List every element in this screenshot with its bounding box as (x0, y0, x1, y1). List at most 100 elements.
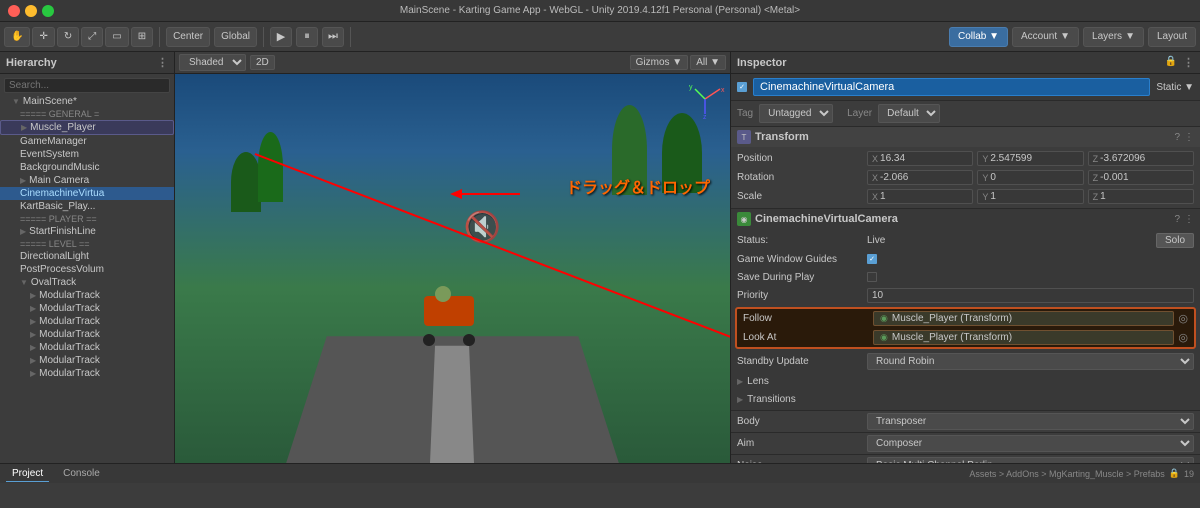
cinemachine-body: Status: Live Solo Game Window Guides ✓ S… (731, 229, 1200, 410)
2d-button[interactable]: 2D (250, 55, 275, 70)
hand-tool[interactable]: ✋ (4, 27, 30, 47)
hierarchy-item-modulartrack5[interactable]: ▶ModularTrack (0, 341, 174, 354)
position-y-field[interactable]: Y2.547599 (977, 151, 1083, 166)
titlebar: MainScene - Karting Game App - WebGL - U… (0, 0, 1200, 22)
save-during-play-checkbox[interactable] (867, 272, 877, 282)
all-button[interactable]: All ▼ (690, 55, 726, 70)
object-name-field[interactable]: CinemachineVirtualCamera (753, 78, 1150, 96)
hierarchy-item-mainscene[interactable]: ▼ MainScene* (0, 95, 174, 108)
space-button[interactable]: Global (214, 27, 257, 47)
hierarchy-item-muscle-player[interactable]: ▶ Muscle_Player (0, 120, 174, 135)
layout-button[interactable]: Layout (1148, 27, 1196, 47)
lookat-ref-icon: ◉ (880, 332, 888, 343)
hierarchy-item-modulartrack6[interactable]: ▶ModularTrack (0, 354, 174, 367)
cm-info-icon[interactable]: ? (1174, 214, 1180, 225)
pause-button[interactable]: ⏸ (296, 27, 318, 47)
scale-tool[interactable]: ⤢ (81, 27, 103, 47)
body-select[interactable]: Transposer (867, 413, 1194, 430)
shading-dropdown[interactable]: Shaded (179, 54, 246, 71)
solo-button[interactable]: Solo (1156, 233, 1194, 248)
layer-select[interactable]: Default (878, 104, 940, 123)
game-window-guides-label: Game Window Guides (737, 254, 867, 265)
position-z-field[interactable]: Z-3.672096 (1088, 151, 1194, 166)
hierarchy-item-postprocess[interactable]: PostProcessVolum (0, 263, 174, 276)
hierarchy-search-input[interactable] (4, 78, 170, 93)
maximize-button[interactable] (42, 5, 54, 17)
road-center-line (430, 346, 474, 463)
lens-label: Lens (747, 376, 769, 387)
aim-select[interactable]: Composer (867, 435, 1194, 452)
object-enable-checkbox[interactable]: ✓ (737, 82, 747, 92)
static-label[interactable]: Static ▼ (1156, 82, 1194, 93)
lens-row[interactable]: ▶ Lens (731, 372, 1200, 390)
inspector-title: Inspector (737, 57, 787, 69)
hierarchy-item-level-sep[interactable]: ===== LEVEL == (0, 238, 174, 250)
position-x-field[interactable]: X16.34 (867, 151, 973, 166)
hierarchy-item-startfinish[interactable]: ▶ StartFinishLine (0, 225, 174, 238)
scene-right-tools: Gizmos ▼ All ▼ (630, 55, 726, 70)
account-button[interactable]: Account ▼ (1012, 27, 1079, 47)
close-button[interactable] (8, 5, 20, 17)
hierarchy-item-modulartrack3[interactable]: ▶ModularTrack (0, 315, 174, 328)
step-button[interactable]: ⏭ (322, 27, 344, 47)
transform-options-icon[interactable]: ⋮ (1184, 132, 1194, 143)
minimize-button[interactable] (25, 5, 37, 17)
hierarchy-item-cinemachine[interactable]: CinemachineVirtua (0, 187, 174, 200)
play-button[interactable]: ▶ (270, 27, 292, 47)
hierarchy-item-eventsystem[interactable]: EventSystem (0, 148, 174, 161)
layers-button[interactable]: Layers ▼ (1083, 27, 1144, 47)
follow-ref-field[interactable]: ◉ Muscle_Player (Transform) (873, 311, 1174, 326)
tag-select[interactable]: Untagged (759, 104, 833, 123)
status-row: Status: Live Solo (731, 231, 1200, 250)
pivot-button[interactable]: Center (166, 27, 210, 47)
aim-component: Aim Composer (731, 433, 1200, 455)
noise-select[interactable]: Basic Multi Channel Perlin (867, 457, 1194, 463)
inspector-options-icon[interactable]: ⋮ (1183, 56, 1194, 69)
hierarchy-item-general[interactable]: ===== GENERAL = (0, 108, 174, 120)
hierarchy-item-kartbasic[interactable]: KartBasic_Play... (0, 200, 174, 213)
transform-info-icon[interactable]: ? (1174, 132, 1180, 143)
hierarchy-item-maincamera[interactable]: ▶ Main Camera (0, 174, 174, 187)
inspector-header: Inspector 🔒 ⋮ (731, 52, 1200, 74)
rotation-x-field[interactable]: X-2.066 (867, 170, 973, 185)
scale-z-field[interactable]: Z1 (1088, 189, 1194, 204)
standby-update-select[interactable]: Round Robin (867, 353, 1194, 370)
lock-icon[interactable]: 🔒 (1165, 56, 1177, 69)
hierarchy-item-modulartrack4[interactable]: ▶ModularTrack (0, 328, 174, 341)
hierarchy-item-modulartrack2[interactable]: ▶ModularTrack (0, 302, 174, 315)
hierarchy-item-modulartrack7[interactable]: ▶ModularTrack (0, 367, 174, 380)
hierarchy-item-gamemanager[interactable]: GameManager (0, 135, 174, 148)
window-controls (8, 5, 54, 17)
transitions-row[interactable]: ▶ Transitions (731, 390, 1200, 408)
window-title: MainScene - Karting Game App - WebGL - U… (400, 5, 800, 16)
combo-tool[interactable]: ⊞ (131, 27, 153, 47)
hierarchy-item-player-sep[interactable]: ===== PLAYER == (0, 213, 174, 225)
lookat-select-icon[interactable]: ◎ (1178, 331, 1188, 344)
cinemachine-header[interactable]: ◉ CinemachineVirtualCamera ? ⋮ (731, 209, 1200, 229)
priority-field[interactable]: 10 (867, 288, 1194, 303)
gizmos-button[interactable]: Gizmos ▼ (630, 55, 689, 70)
save-during-play-label: Save During Play (737, 272, 867, 283)
transform-header[interactable]: T Transform ? ⋮ (731, 127, 1200, 147)
project-tab[interactable]: Project (6, 466, 49, 482)
cm-options-icon[interactable]: ⋮ (1184, 214, 1194, 225)
scale-y-field[interactable]: Y1 (977, 189, 1083, 204)
rect-tool[interactable]: ▭ (105, 27, 128, 47)
console-tab[interactable]: Console (57, 466, 106, 481)
follow-ref-icon: ◉ (880, 313, 888, 324)
hierarchy-item-dirlight[interactable]: DirectionalLight (0, 250, 174, 263)
follow-select-icon[interactable]: ◎ (1178, 312, 1188, 325)
scale-x-field[interactable]: X1 (867, 189, 973, 204)
hierarchy-item-bgmusic[interactable]: BackgroundMusic (0, 161, 174, 174)
lookat-ref-field[interactable]: ◉ Muscle_Player (Transform) (873, 330, 1174, 345)
hierarchy-item-ovaltrack[interactable]: ▼ OvalTrack (0, 276, 174, 289)
hierarchy-search-bar (0, 76, 174, 95)
rotation-z-field[interactable]: Z-0.001 (1088, 170, 1194, 185)
hierarchy-options[interactable]: ⋮ (157, 56, 168, 69)
move-tool[interactable]: ✛ (32, 27, 54, 47)
hierarchy-item-modulartrack1[interactable]: ▶ModularTrack (0, 289, 174, 302)
collab-button[interactable]: Collab ▼ (949, 27, 1008, 47)
rotation-y-field[interactable]: Y0 (977, 170, 1083, 185)
rotate-tool[interactable]: ↻ (57, 27, 79, 47)
game-window-guides-checkbox[interactable]: ✓ (867, 254, 877, 264)
